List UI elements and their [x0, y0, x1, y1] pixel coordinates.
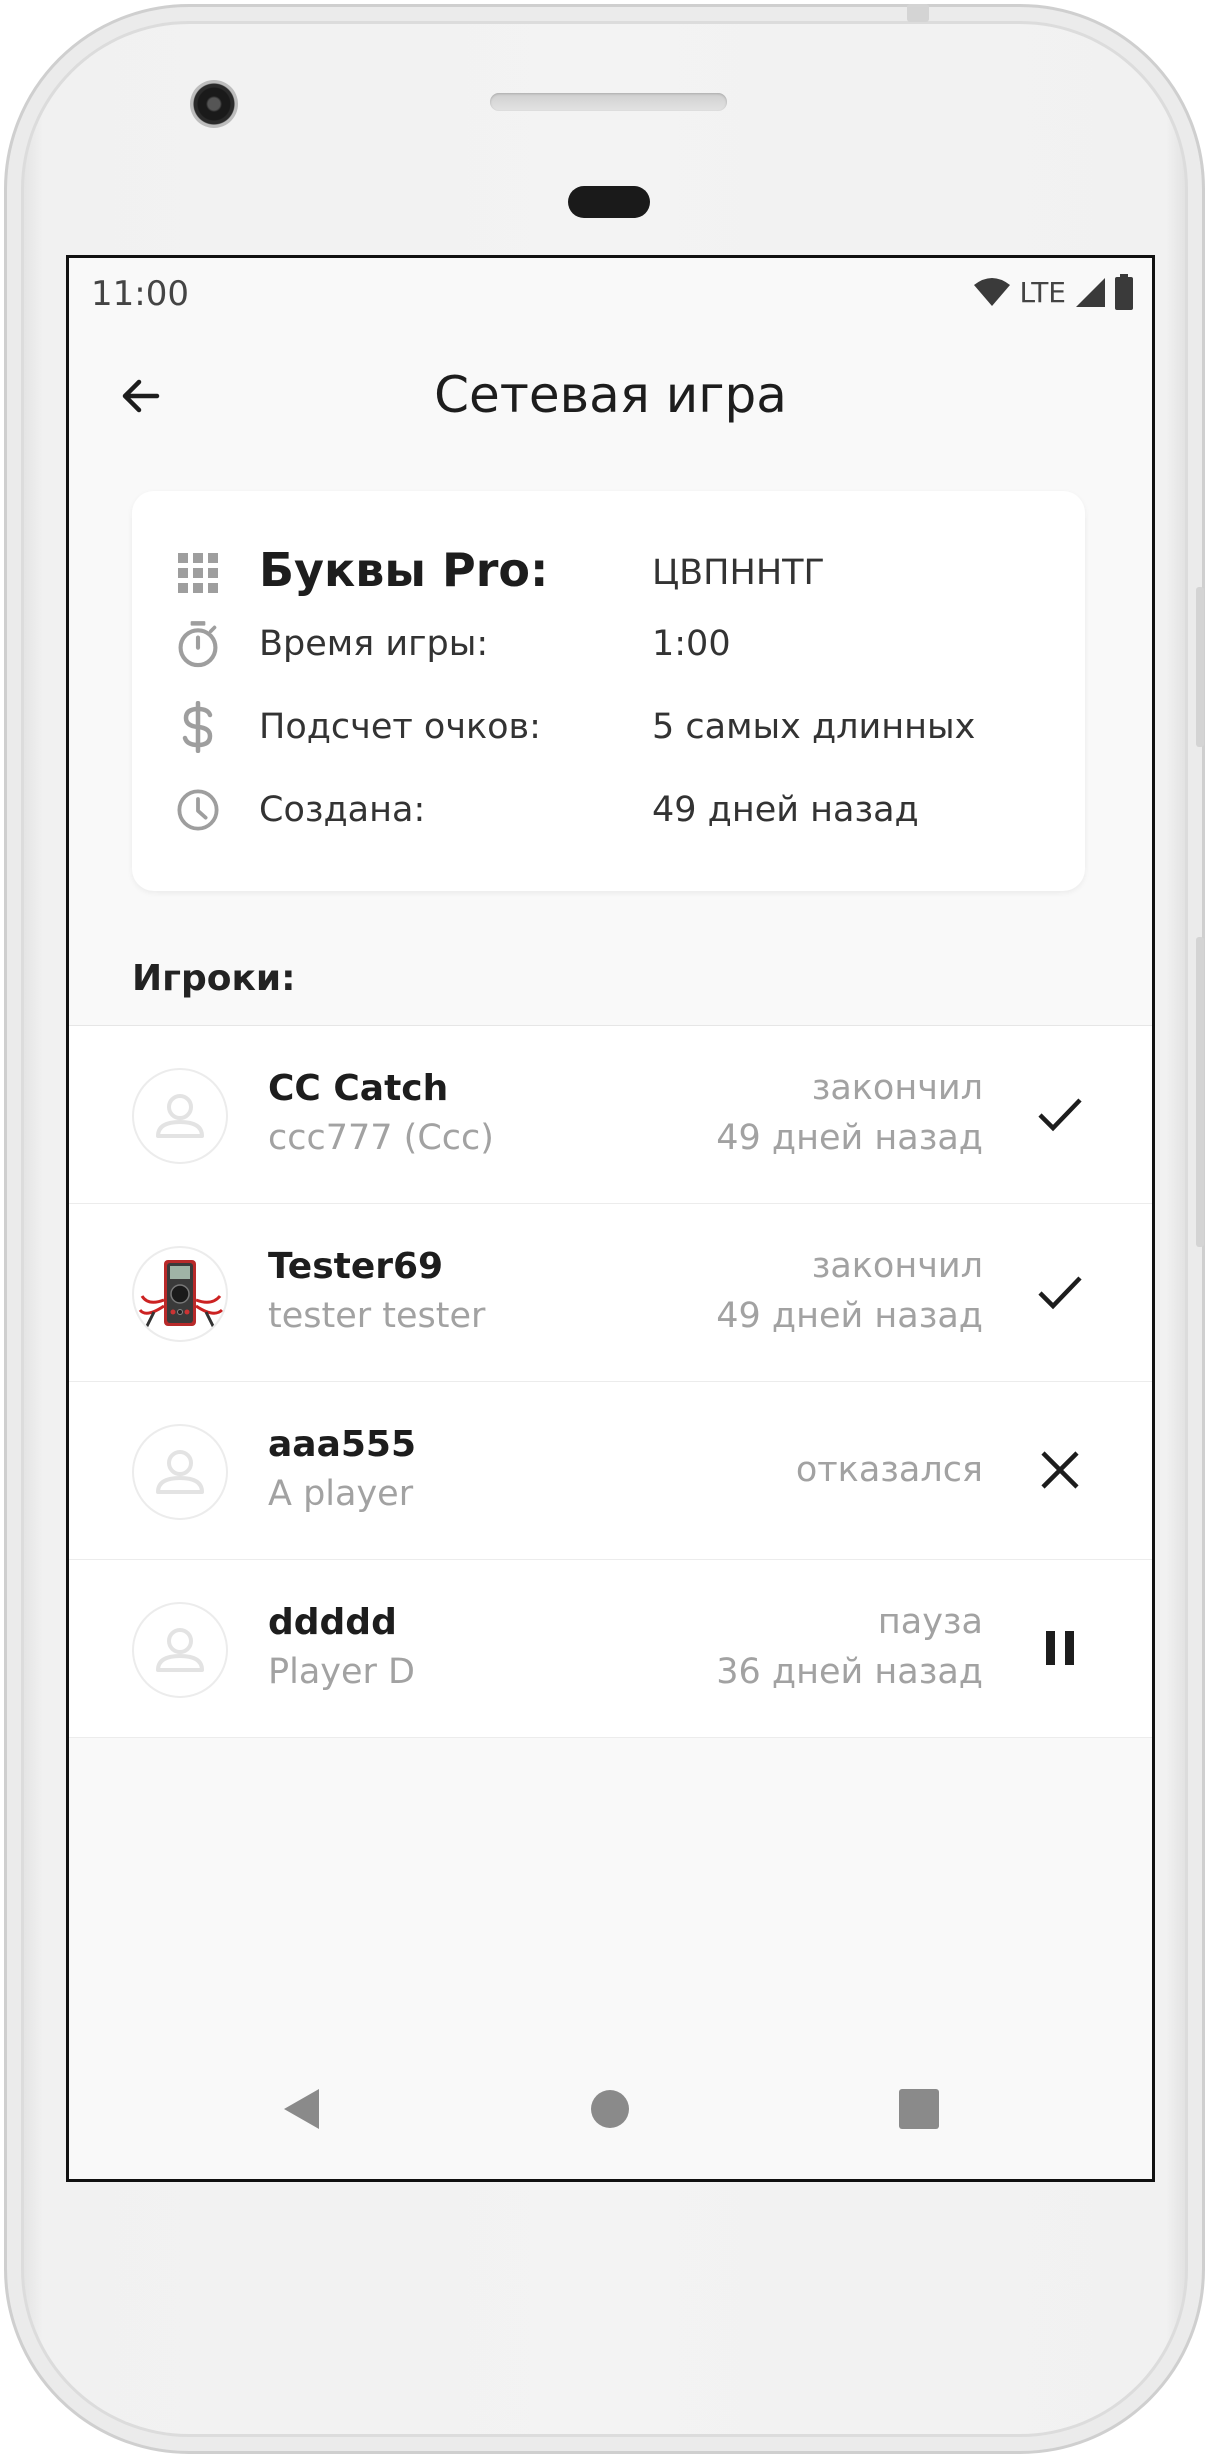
players-list: CC Catch ccc777 (Ccc) закончил 49 дней н…	[69, 1025, 1152, 1738]
signal-icon	[1076, 278, 1105, 307]
pause-icon	[1032, 1620, 1088, 1676]
network-type: LTE	[1019, 275, 1066, 309]
dollar-icon	[176, 701, 220, 753]
nav-back-icon	[284, 2089, 319, 2129]
game-mode-value: ЦВПННТГ	[652, 553, 825, 593]
status-time: 11:00	[91, 274, 189, 314]
player-time: 36 дней назад	[716, 1652, 983, 1692]
player-row[interactable]: Tester69 tester tester закончил 49 дней …	[69, 1204, 1152, 1382]
front-camera	[190, 80, 238, 128]
created-row: Создана: 49 дней назад	[132, 774, 1085, 844]
scoring-label: Подсчет очков:	[259, 707, 541, 747]
game-duration-row: Время игры: 1:00	[132, 608, 1085, 678]
player-time: 49 дней назад	[716, 1296, 983, 1336]
game-info-card: Буквы Pro: ЦВПННТГ Время игры: 1:00 Подс…	[132, 491, 1085, 891]
players-heading: Игроки:	[132, 958, 296, 999]
player-name: CC Catch	[268, 1068, 449, 1109]
player-status: отказался	[795, 1450, 983, 1490]
player-subtitle: Player D	[268, 1652, 415, 1692]
player-time: 49 дней назад	[716, 1118, 983, 1158]
clock-icon	[176, 788, 220, 832]
page-title: Сетевая игра	[434, 366, 787, 424]
status-bar: 11:00 LTE	[69, 258, 1152, 328]
top-notch-detail	[907, 4, 929, 22]
scoring-row: Подсчет очков: 5 самых длинных	[132, 691, 1085, 761]
proximity-sensor	[568, 186, 650, 218]
player-name: aaa555	[268, 1424, 417, 1465]
player-status: закончил	[811, 1246, 983, 1286]
check-icon	[1032, 1086, 1088, 1142]
nav-home-icon	[591, 2090, 629, 2128]
stopwatch-icon	[176, 621, 220, 668]
player-status: пауза	[877, 1602, 983, 1642]
screen: 11:00 LTE Сетевая игра Буквы Pro: ЦВПННТ…	[66, 255, 1155, 2182]
multimeter-photo	[132, 1246, 228, 1342]
player-subtitle: A player	[268, 1474, 414, 1514]
created-value: 49 дней назад	[652, 790, 919, 830]
player-name: ddddd	[268, 1602, 397, 1643]
player-subtitle: tester tester	[268, 1296, 486, 1336]
nav-recents-icon	[899, 2089, 939, 2129]
system-nav-bar	[69, 2039, 1152, 2179]
phone-frame: 11:00 LTE Сетевая игра Буквы Pro: ЦВПННТ…	[4, 4, 1205, 2454]
nav-home-button[interactable]	[582, 2081, 638, 2137]
player-row[interactable]: CC Catch ccc777 (Ccc) закончил 49 дней н…	[69, 1026, 1152, 1204]
nav-recents-button[interactable]	[891, 2081, 947, 2137]
app-bar: Сетевая игра	[69, 328, 1152, 468]
close-icon	[1032, 1442, 1088, 1498]
check-icon	[1032, 1264, 1088, 1320]
grid-icon	[176, 551, 220, 595]
default-avatar-icon	[132, 1068, 228, 1164]
game-mode-row: Буквы Pro: ЦВПННТГ	[132, 537, 1085, 607]
default-avatar-icon	[132, 1602, 228, 1698]
wifi-icon	[974, 278, 1011, 306]
game-mode-label: Буквы Pro:	[259, 543, 549, 597]
game-duration-label: Время игры:	[259, 624, 489, 664]
nav-back-button[interactable]	[273, 2081, 329, 2137]
player-name: Tester69	[268, 1246, 444, 1287]
player-subtitle: ccc777 (Ccc)	[268, 1118, 494, 1158]
earpiece-speaker	[490, 93, 727, 111]
player-status: закончил	[811, 1068, 983, 1108]
status-icons: LTE	[973, 272, 1134, 312]
power-button	[1196, 587, 1204, 747]
battery-icon	[1115, 274, 1133, 310]
volume-button	[1196, 937, 1204, 1247]
created-label: Создана:	[259, 790, 426, 830]
default-avatar-icon	[132, 1424, 228, 1520]
player-row[interactable]: aaa555 A player отказался	[69, 1382, 1152, 1560]
game-duration-value: 1:00	[652, 624, 731, 664]
scoring-value: 5 самых длинных	[652, 707, 976, 747]
player-row[interactable]: ddddd Player D пауза 36 дней назад	[69, 1560, 1152, 1738]
